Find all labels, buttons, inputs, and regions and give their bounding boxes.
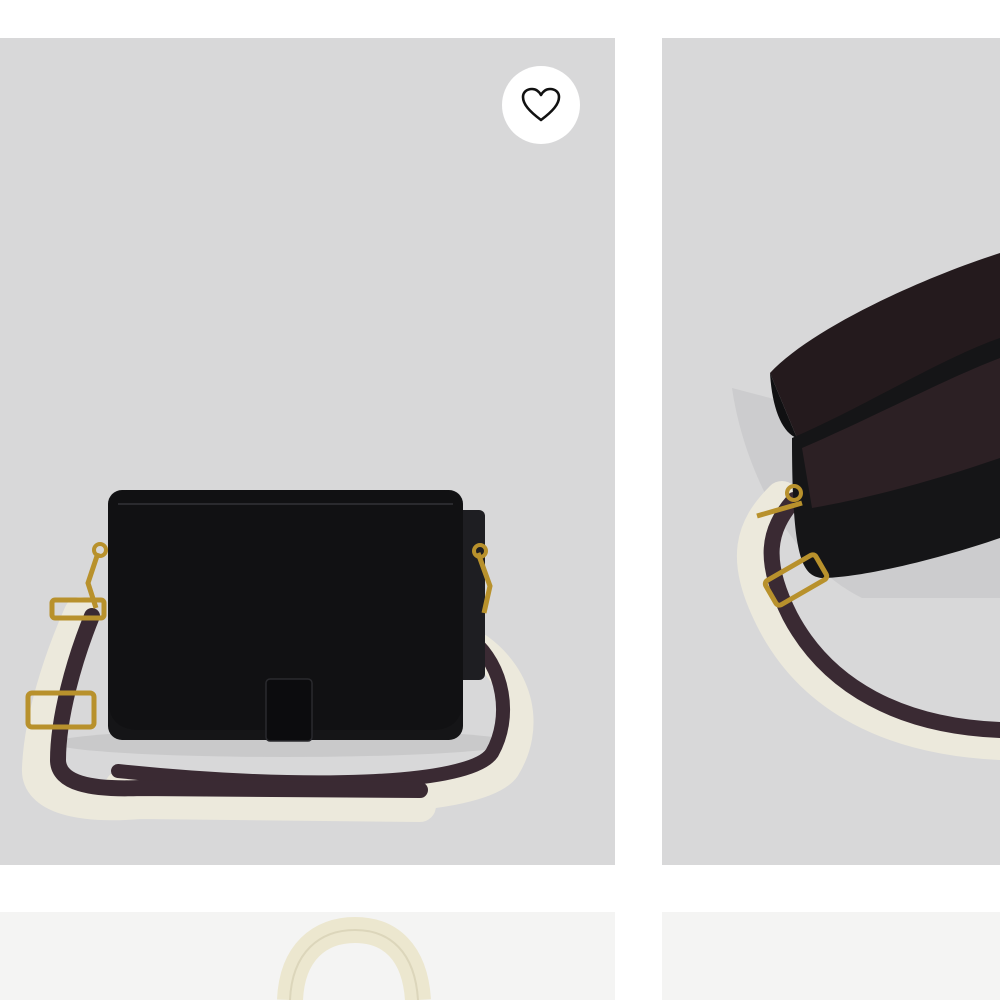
product-card-2[interactable]	[662, 38, 1000, 865]
product-image-bag-front[interactable]	[0, 38, 615, 865]
favorite-button[interactable]	[502, 66, 580, 144]
product-image-partial[interactable]	[662, 912, 1000, 1000]
product-card-1[interactable]	[0, 38, 615, 865]
product-image-bag-open[interactable]	[662, 38, 1000, 865]
product-image-strap-top[interactable]	[0, 912, 615, 1000]
product-card-4[interactable]	[662, 912, 1000, 1000]
heart-outline-icon	[521, 87, 561, 122]
product-card-3[interactable]	[0, 912, 615, 1000]
product-grid	[0, 0, 1000, 1000]
